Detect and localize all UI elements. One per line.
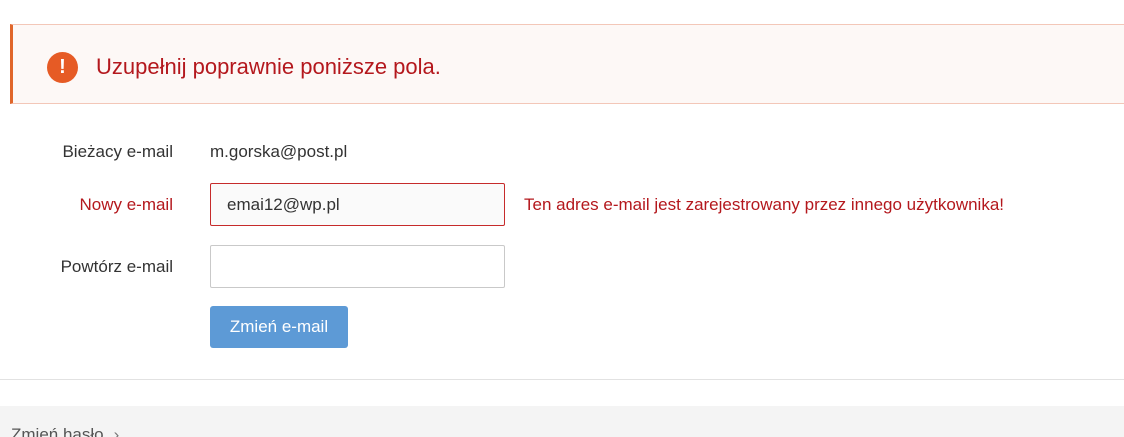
- chevron-right-icon: ›: [113, 425, 120, 437]
- bottom-section: Zmień hasło ›: [0, 406, 1124, 437]
- alert-message: Uzupełnij poprawnie poniższe pola.: [96, 54, 441, 79]
- current-email-value: m.gorska@post.pl: [210, 142, 348, 161]
- exclamation-circle-icon: !: [47, 52, 78, 83]
- new-email-error-message: Ten adres e-mail jest zarejestrowany prz…: [524, 195, 1005, 214]
- new-email-field[interactable]: [210, 183, 505, 226]
- change-password-link[interactable]: Zmień hasło ›: [11, 424, 119, 437]
- repeat-email-label: Powtórz e-mail: [60, 257, 173, 276]
- current-email-label: Bieżacy e-mail: [62, 142, 173, 161]
- change-password-label: Zmień hasło: [11, 425, 104, 437]
- new-email-label: Nowy e-mail: [79, 195, 173, 214]
- error-alert: ! Uzupełnij poprawnie poniższe pola.: [10, 24, 1124, 104]
- section-divider: [0, 379, 1124, 380]
- repeat-email-field[interactable]: [210, 245, 505, 288]
- change-email-button[interactable]: Zmień e-mail: [210, 306, 348, 348]
